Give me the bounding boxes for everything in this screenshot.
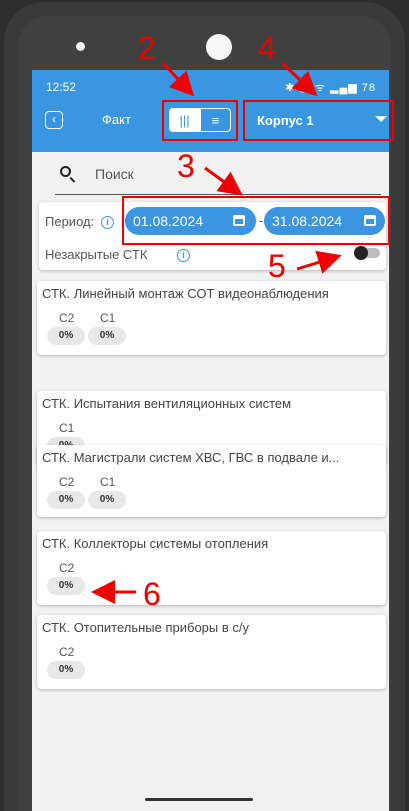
annotation-arrows bbox=[91, 61, 342, 604]
arrow-5 bbox=[296, 250, 342, 274]
arrow-4 bbox=[280, 61, 318, 97]
arrow-2 bbox=[161, 61, 195, 97]
arrow-3 bbox=[204, 166, 243, 196]
